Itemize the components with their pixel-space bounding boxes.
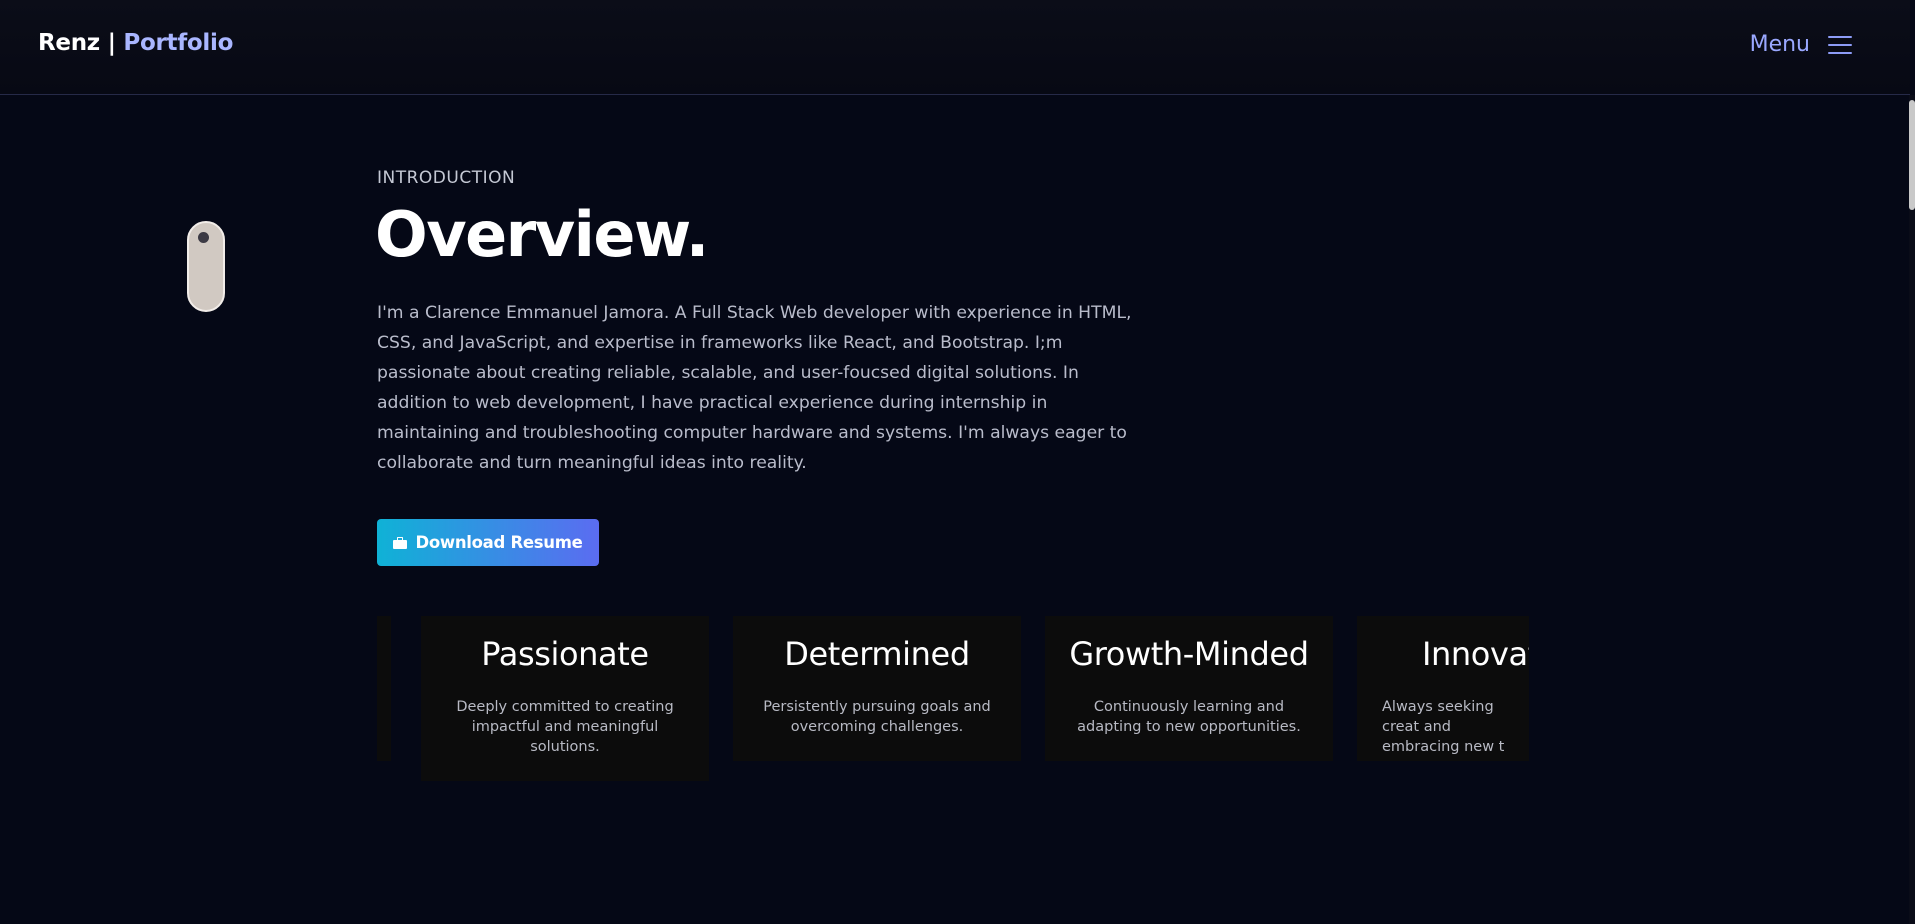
trait-card-determined[interactable]: Determined Persistently pursuing goals a… [733, 616, 1021, 761]
section-eyebrow: INTRODUCTION [377, 168, 516, 188]
scroll-wheel-dot [198, 232, 209, 243]
menu-button[interactable]: Menu [1750, 32, 1852, 57]
brand-name: Renz | [38, 30, 116, 56]
navbar: Renz | Portfolio Menu [0, 0, 1910, 95]
mouse-scroll-icon [187, 221, 225, 312]
trait-description: Deeply committed to creating impactful a… [456, 699, 674, 755]
trait-title: Growth-Minded [1069, 635, 1309, 673]
brand-logo[interactable]: Renz | Portfolio [38, 30, 233, 56]
trait-description: Continuously learning and adapting to ne… [1077, 699, 1301, 735]
hamburger-icon[interactable] [1828, 35, 1852, 54]
download-resume-label: Download Resume [415, 533, 583, 552]
scrollbar-track[interactable] [1909, 95, 1915, 924]
trait-card-passionate[interactable]: Passionate Deeply committed to creating … [421, 616, 709, 781]
overview-paragraph: I'm a Clarence Emmanuel Jamora. A Full S… [377, 303, 1132, 473]
trait-card-edge [377, 616, 391, 761]
scrollbar-thumb[interactable] [1909, 100, 1915, 210]
trait-description: Always seeking creat and embracing new t [1382, 699, 1505, 755]
trait-card-innovative[interactable]: Innovat Always seeking creat and embraci… [1357, 616, 1529, 761]
traits-carousel[interactable]: Passionate Deeply committed to creating … [377, 612, 1529, 784]
trait-title: Innovat [1422, 635, 1529, 673]
briefcase-icon [393, 536, 408, 549]
menu-label: Menu [1749, 32, 1810, 57]
download-resume-button[interactable]: Download Resume [377, 519, 599, 566]
page-title: Overview. [375, 198, 709, 271]
trait-title: Determined [784, 635, 970, 673]
trait-description: Persistently pursuing goals and overcomi… [763, 699, 991, 735]
trait-card-growth-minded[interactable]: Growth-Minded Continuously learning and … [1045, 616, 1333, 761]
trait-title: Passionate [481, 635, 649, 673]
brand-accent: Portfolio [123, 30, 234, 56]
